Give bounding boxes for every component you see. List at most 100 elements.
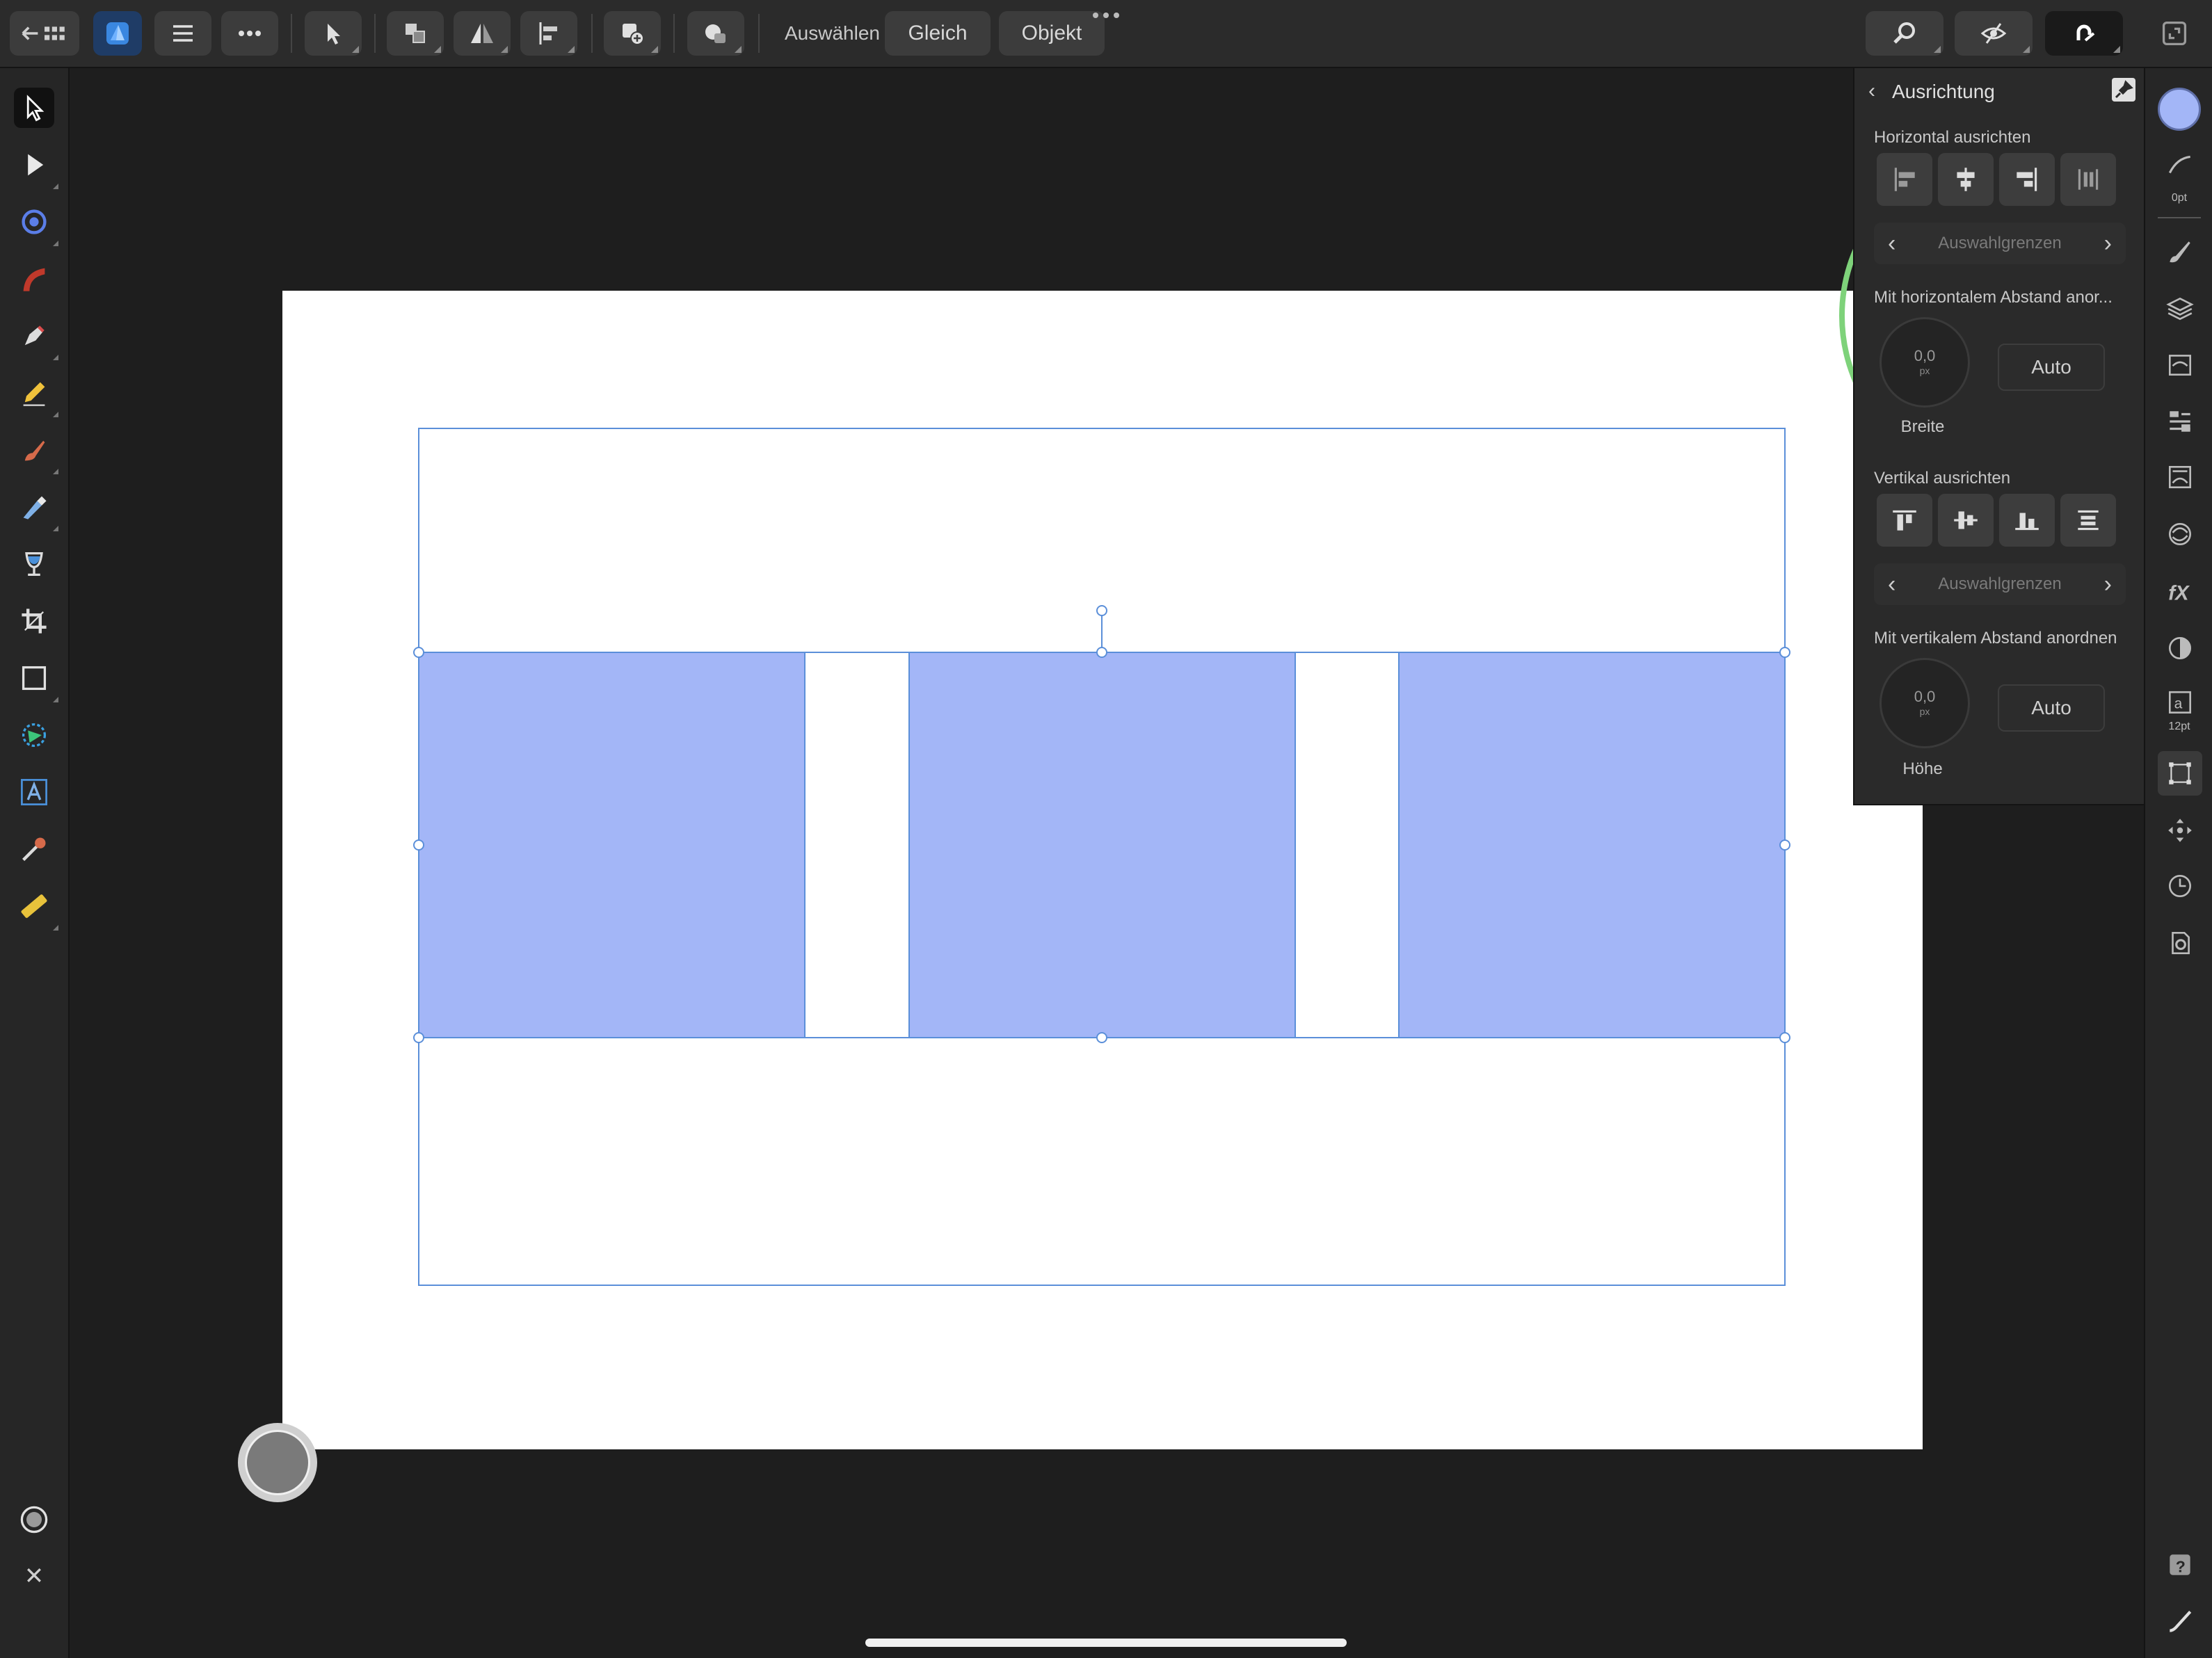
align-icon xyxy=(539,22,557,45)
distribute-horizontal-button[interactable] xyxy=(2060,153,2116,206)
arrange-button[interactable] xyxy=(387,11,444,56)
back-grid-button[interactable] xyxy=(10,11,79,56)
color-picker-tool[interactable] xyxy=(14,829,54,869)
arrange-icon xyxy=(406,24,425,43)
pin-button[interactable] xyxy=(2112,78,2135,102)
vertical-spacing-unit: px xyxy=(1919,706,1930,717)
corner-tool[interactable] xyxy=(14,202,58,246)
more-button[interactable] xyxy=(221,11,278,56)
boolean-icon xyxy=(705,24,726,43)
corner-icon xyxy=(22,209,47,234)
more-icon xyxy=(239,31,261,36)
navigator-button[interactable] xyxy=(2162,812,2198,848)
select-object-button[interactable]: Objekt xyxy=(999,11,1105,56)
select-same-button[interactable]: Gleich xyxy=(885,11,991,56)
boolean-button[interactable] xyxy=(687,11,744,56)
width-label: Breite xyxy=(1900,417,1945,436)
color-wheel-icon xyxy=(20,1506,48,1534)
pin-icon xyxy=(2115,80,2133,99)
zoom-icon xyxy=(1893,22,1915,44)
zoom-button[interactable] xyxy=(1866,11,1943,56)
settings-icon xyxy=(2172,931,2190,955)
next-chevron-icon[interactable]: › xyxy=(2104,223,2112,264)
rectangle-icon xyxy=(22,666,47,691)
panel-back-icon[interactable]: ‹ xyxy=(1868,79,1875,103)
brushes-button[interactable] xyxy=(2162,234,2198,270)
settings-button[interactable] xyxy=(2162,925,2198,961)
persona-button[interactable] xyxy=(93,11,142,56)
vertical-auto-button[interactable]: Auto xyxy=(1998,684,2105,732)
pencil-tool[interactable] xyxy=(14,373,58,417)
horizontal-relative-value: Auswahlgrenzen xyxy=(1938,234,2062,252)
horizontal-auto-button[interactable]: Auto xyxy=(1998,344,2105,391)
brush-icon xyxy=(23,496,47,520)
fx-button[interactable]: fX xyxy=(2162,573,2198,609)
vertical-spacing-dial[interactable]: 0,0 px xyxy=(1880,658,1970,748)
transform-icon xyxy=(2169,762,2191,784)
quick-menu-button[interactable] xyxy=(238,1423,317,1502)
align-bottom-button[interactable] xyxy=(1999,494,2055,547)
text-icon xyxy=(21,779,47,805)
stroke-button[interactable] xyxy=(2162,147,2198,184)
fill-tool[interactable] xyxy=(14,544,54,584)
svg-text:a: a xyxy=(2174,695,2183,711)
node-tool[interactable] xyxy=(14,145,58,189)
tools-panel xyxy=(0,68,70,1658)
pen-tool[interactable] xyxy=(14,316,58,360)
next-chevron-icon[interactable]: › xyxy=(2104,563,2112,605)
quick-menu-icon xyxy=(2170,1610,2192,1632)
align-button[interactable] xyxy=(520,11,577,56)
align-right-button[interactable] xyxy=(1999,153,2055,206)
menu-button[interactable] xyxy=(154,11,211,56)
shape-tool[interactable] xyxy=(14,715,54,755)
horizontal-spacing-value: 0,0 xyxy=(1914,347,1936,364)
character-button[interactable]: a xyxy=(2162,686,2198,722)
align-middle-button[interactable] xyxy=(1938,494,1994,547)
color-swatch-icon[interactable] xyxy=(2158,88,2201,131)
history-button[interactable] xyxy=(2162,868,2198,904)
move-tool[interactable] xyxy=(14,88,54,128)
vertical-align-label: Vertikal ausrichten xyxy=(1874,469,2011,488)
adjustments-button[interactable] xyxy=(2162,630,2198,666)
rectangle-tool[interactable] xyxy=(14,658,58,702)
document-page[interactable] xyxy=(282,291,1923,1449)
quick-pen-button[interactable] xyxy=(2162,1602,2198,1639)
transform-button[interactable] xyxy=(2158,751,2202,796)
measure-icon xyxy=(21,894,47,918)
appearance-icon xyxy=(2168,355,2192,376)
vector-brush-tool[interactable] xyxy=(14,430,58,474)
history-icon xyxy=(2168,874,2192,898)
text-tool[interactable] xyxy=(14,772,54,812)
styles-button[interactable] xyxy=(2162,403,2198,440)
help-button[interactable]: ? xyxy=(2162,1547,2198,1583)
horizontal-spacing-dial[interactable]: 0,0 px xyxy=(1880,317,1970,408)
adjustments-icon xyxy=(2168,636,2192,660)
align-center-button[interactable] xyxy=(1938,153,1994,206)
insert-button[interactable] xyxy=(604,11,661,56)
stock-button[interactable] xyxy=(2162,516,2198,552)
color-wheel-button[interactable] xyxy=(14,1499,54,1540)
move-tool-button[interactable] xyxy=(305,11,362,56)
flip-button[interactable] xyxy=(454,11,511,56)
brushes-icon xyxy=(2170,241,2190,263)
horizontal-relative-selector[interactable]: ‹ Auswahlgrenzen › xyxy=(1874,223,2126,264)
vertical-relative-selector[interactable]: ‹ Auswahlgrenzen › xyxy=(1874,563,2126,605)
align-top-button[interactable] xyxy=(1877,494,1932,547)
appearance-button[interactable] xyxy=(2162,346,2198,383)
align-right-icon xyxy=(2017,168,2037,191)
distribute-vertical-button[interactable] xyxy=(2060,494,2116,547)
view-mode-button[interactable] xyxy=(1955,11,2033,56)
close-button[interactable] xyxy=(14,1555,54,1595)
text-styles-button[interactable] xyxy=(2162,459,2198,495)
brush-tool[interactable] xyxy=(14,487,58,531)
align-left-button[interactable] xyxy=(1877,153,1932,206)
snapping-button[interactable] xyxy=(2045,11,2123,56)
vertical-spacing-label: Mit vertikalem Abstand anordnen xyxy=(1874,629,2117,647)
more-dots-icon[interactable] xyxy=(1091,10,1121,21)
layers-button[interactable] xyxy=(2162,291,2198,327)
measure-tool[interactable] xyxy=(14,886,58,931)
gradient-tool[interactable] xyxy=(14,259,54,299)
studio-strip: 0pt fX a 12pt ? xyxy=(2144,68,2212,1658)
crop-tool[interactable] xyxy=(14,601,54,641)
fullscreen-button[interactable] xyxy=(2159,18,2190,49)
